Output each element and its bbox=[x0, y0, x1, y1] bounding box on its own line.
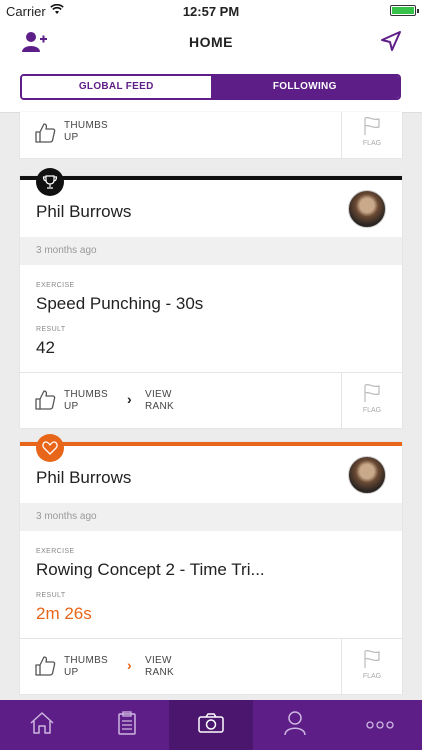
thumbs-up-button[interactable]: THUMBS UP bbox=[64, 389, 108, 413]
thumbs-up-label-line1: THUMBS bbox=[64, 655, 109, 666]
flag-button[interactable]: FLAG bbox=[341, 373, 402, 429]
view-rank-label-line2: RANK bbox=[145, 667, 174, 678]
flag-icon bbox=[362, 383, 382, 403]
location-arrow-icon[interactable] bbox=[380, 30, 404, 54]
flag-icon bbox=[362, 649, 382, 669]
home-icon bbox=[29, 711, 55, 740]
view-rank-label-line2: RANK bbox=[145, 401, 174, 412]
thumbs-up-button[interactable]: THUMBS UP bbox=[64, 655, 108, 679]
result-value: 2m 26s bbox=[36, 604, 92, 623]
time-bar: 3 months ago bbox=[20, 503, 402, 531]
nav-bar: HOME bbox=[0, 22, 422, 66]
feed-card-partial: THUMBS UP FLAG bbox=[20, 112, 402, 158]
thumbs-up-icon[interactable] bbox=[34, 389, 56, 411]
flag-label: FLAG bbox=[362, 673, 382, 680]
profile-icon bbox=[283, 710, 307, 741]
thumbs-up-label-line2: UP bbox=[64, 132, 79, 143]
chevron-right-icon[interactable]: › bbox=[127, 391, 132, 407]
view-rank-button[interactable]: VIEW RANK bbox=[145, 655, 174, 679]
flag-button[interactable]: FLAG bbox=[341, 639, 402, 695]
user-name[interactable]: Phil Burrows bbox=[36, 468, 131, 488]
result-value: 42 bbox=[36, 338, 55, 357]
exercise-name: Speed Punching - 30s bbox=[36, 294, 204, 313]
tab-home[interactable] bbox=[0, 700, 84, 750]
view-rank-label-line1: VIEW bbox=[145, 389, 172, 400]
page-title: HOME bbox=[189, 34, 233, 50]
flag-icon bbox=[362, 116, 382, 136]
clock: 12:57 PM bbox=[182, 4, 240, 19]
tab-more[interactable] bbox=[338, 700, 422, 750]
thumbs-up-button[interactable]: THUMBS UP bbox=[64, 120, 108, 144]
result-label: RESULT bbox=[36, 592, 66, 599]
view-rank-label-line1: VIEW bbox=[145, 655, 172, 666]
time-bar: 3 months ago bbox=[20, 237, 402, 265]
result-label: RESULT bbox=[36, 326, 66, 333]
card-actions: THUMBS UP FLAG bbox=[20, 112, 402, 158]
thumbs-up-label-line1: THUMBS bbox=[64, 120, 109, 131]
thumbs-up-label-line2: UP bbox=[64, 401, 79, 412]
tab-camera[interactable] bbox=[168, 700, 254, 750]
time-ago: 3 months ago bbox=[36, 511, 97, 522]
time-ago: 3 months ago bbox=[36, 245, 97, 256]
exercise-name: Rowing Concept 2 - Time Tri... bbox=[36, 560, 265, 579]
flag-label: FLAG bbox=[362, 407, 382, 414]
exercise-label: EXERCISE bbox=[36, 282, 75, 289]
card-accent-bar bbox=[20, 176, 402, 180]
card-accent-bar bbox=[20, 442, 402, 446]
tab-global-feed[interactable]: GLOBAL FEED bbox=[22, 76, 211, 98]
tab-following[interactable]: FOLLOWING bbox=[210, 76, 399, 98]
tab-workouts[interactable] bbox=[84, 700, 168, 750]
battery-icon bbox=[390, 5, 419, 16]
avatar[interactable] bbox=[348, 456, 386, 494]
view-rank-button[interactable]: VIEW RANK bbox=[145, 389, 174, 413]
thumbs-up-icon[interactable] bbox=[34, 655, 56, 677]
feed-card: Phil Burrows 3 months ago EXERCISE Rowin… bbox=[20, 434, 402, 695]
thumbs-up-label-line2: UP bbox=[64, 667, 79, 678]
flag-button[interactable]: FLAG bbox=[341, 112, 402, 158]
chevron-right-icon[interactable]: › bbox=[127, 657, 132, 673]
flag-label: FLAG bbox=[362, 140, 382, 147]
clipboard-icon bbox=[117, 710, 137, 741]
feed-card: Phil Burrows 3 months ago EXERCISE Speed… bbox=[20, 168, 402, 429]
tab-bar bbox=[0, 700, 422, 750]
card-actions: THUMBS UP › VIEW RANK FLAG bbox=[20, 372, 402, 429]
thumbs-up-icon[interactable] bbox=[34, 122, 56, 144]
thumbs-up-label-line1: THUMBS bbox=[64, 389, 109, 400]
feed-segment-bar: GLOBAL FEED FOLLOWING bbox=[0, 66, 422, 113]
status-bar: Carrier 12:57 PM bbox=[0, 0, 422, 22]
feed-segmented-control: GLOBAL FEED FOLLOWING bbox=[20, 74, 401, 100]
user-name[interactable]: Phil Burrows bbox=[36, 202, 131, 222]
tab-profile[interactable] bbox=[253, 700, 337, 750]
avatar[interactable] bbox=[348, 190, 386, 228]
exercise-label: EXERCISE bbox=[36, 548, 75, 555]
more-icon bbox=[366, 716, 394, 734]
card-actions: THUMBS UP › VIEW RANK FLAG bbox=[20, 638, 402, 695]
camera-icon bbox=[197, 712, 225, 739]
trophy-icon bbox=[36, 168, 64, 196]
heart-icon bbox=[36, 434, 64, 462]
